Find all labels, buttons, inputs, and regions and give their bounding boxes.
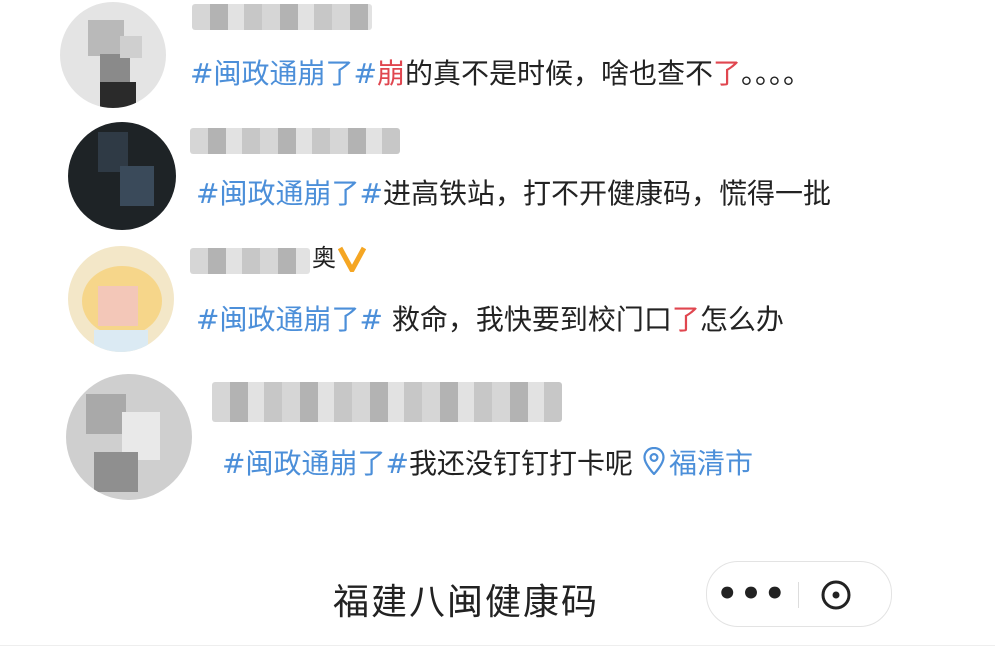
location-link[interactable]: 福清市 [633,446,753,480]
location-label: 福清市 [668,447,753,480]
username-blurred[interactable] [212,382,562,422]
miniprogram-capsule: ••• [706,561,892,627]
text-body: 。。。。 [740,57,811,90]
avatar[interactable] [66,374,192,500]
avatar[interactable] [60,2,166,108]
text-body: 的真不是时候，啥也查不 [404,57,713,90]
hashtag-link[interactable]: #闽政通崩了# [196,177,383,210]
text-highlight: 了 [671,303,700,336]
post-text: #闽政通崩了#进高铁站，打不开健康码，慌得一批 [196,176,831,212]
text-body: 进高铁站，打不开健康码，慌得一批 [382,177,831,210]
post-text: #闽政通崩了# 救命，我快要到校门口了怎么办 [196,302,784,338]
location-pin-icon [643,446,665,484]
vip-badge-icon [337,246,367,278]
username-blurred[interactable] [192,4,372,30]
hashtag-link[interactable]: #闽政通崩了# [196,303,383,336]
avatar[interactable] [68,246,174,352]
more-dots-icon[interactable]: ••• [707,562,797,626]
text-body: 救命，我快要到校门口 [382,303,672,336]
text-body: 我还没钉钉打卡呢 [408,447,633,480]
hashtag-link[interactable]: #闽政通崩了# [222,447,409,480]
username-blurred[interactable] [190,128,400,154]
post-text: #闽政通崩了#崩的真不是时候，啥也查不了。。。。 [190,56,811,92]
text-highlight: 了 [712,57,741,90]
hashtag-link[interactable]: #闽政通崩了# [190,57,377,90]
cutoff-text-line [190,231,890,239]
post-text: #闽政通崩了#我还没钉钉打卡呢 福清市 [222,446,753,484]
username-blurred[interactable] [190,248,310,274]
close-circle-icon[interactable] [813,572,859,618]
text-highlight: 崩 [376,57,405,90]
miniprogram-title: 福建八闽健康码 [333,582,600,623]
divider [0,645,995,646]
capsule-divider [798,582,799,608]
text-body: 怎么办 [699,303,784,336]
avatar[interactable] [68,122,176,230]
username-suffix[interactable]: 奥 [312,240,336,276]
